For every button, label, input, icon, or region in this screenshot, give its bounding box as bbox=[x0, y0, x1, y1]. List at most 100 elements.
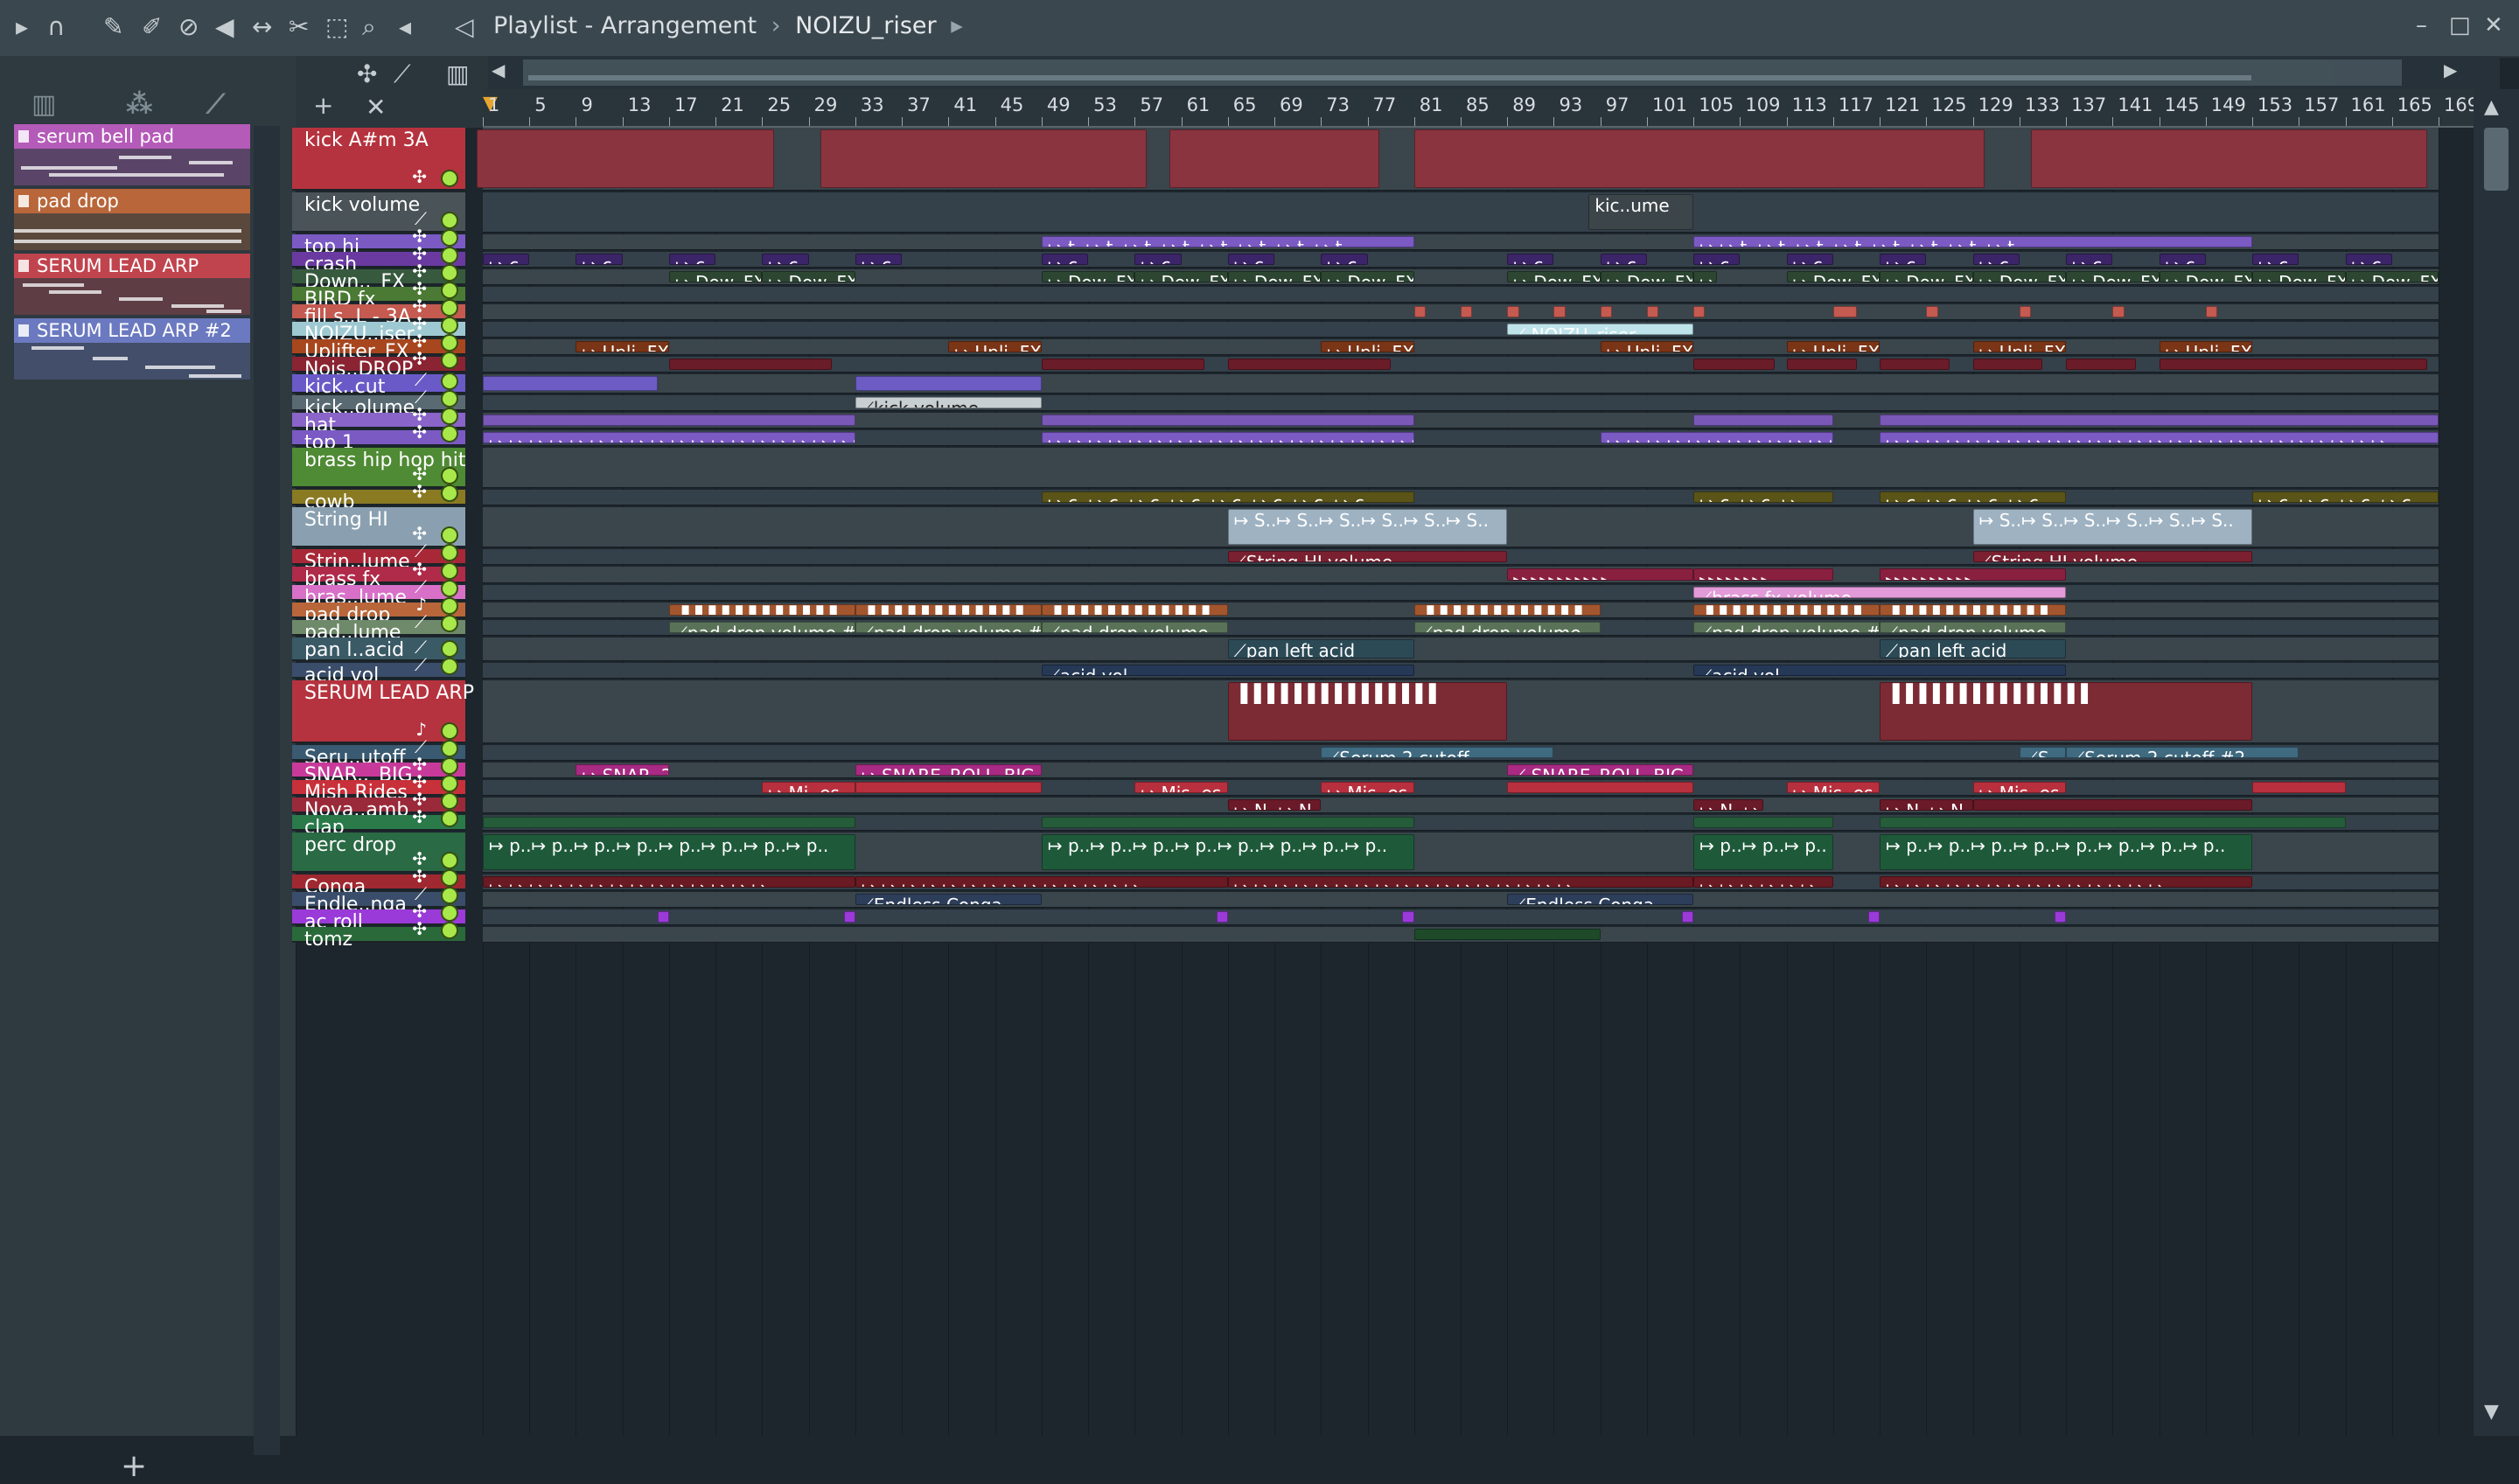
picker-item[interactable]: serum bell pad bbox=[14, 124, 250, 187]
track-lane[interactable]: ↦ c..↦ c..↦ c..↦ c..↦ c..↦ c..↦ c..↦ c..… bbox=[483, 490, 2439, 505]
track-mute-led[interactable] bbox=[441, 373, 458, 390]
track-mute-led[interactable] bbox=[441, 247, 458, 264]
playlist-clip[interactable]: ↦ ↦ ↦ ↦ ↦ ↦ ↦ ↦ ↦ ↦ ↦ ↦ ↦ ↦ ↦ ↦ ↦ bbox=[1227, 876, 1694, 888]
playlist-clip[interactable] bbox=[1413, 129, 1985, 188]
playlist-clip[interactable] bbox=[1461, 306, 1473, 317]
playlist-clip[interactable]: ⟋brass fx volume bbox=[1693, 587, 2067, 598]
playlist-clip[interactable]: ↦ Dow..FX bbox=[1227, 271, 1322, 282]
playlist-clip[interactable]: ↦ Upli..FX bbox=[1600, 341, 1694, 352]
playlist-clip[interactable]: ↦ Mis..es bbox=[1786, 782, 1881, 793]
track-lane[interactable]: kic..ume bbox=[483, 192, 2439, 233]
picker-item[interactable]: pad drop bbox=[14, 189, 250, 252]
minimize-icon[interactable]: – bbox=[2416, 12, 2427, 38]
track-mute-led[interactable] bbox=[441, 334, 458, 352]
track-type-icon[interactable]: ✣ bbox=[412, 422, 427, 442]
close-icon[interactable]: ✕ bbox=[2484, 12, 2503, 38]
track-mute-led[interactable] bbox=[441, 658, 458, 675]
playlist-clip[interactable] bbox=[1867, 911, 1881, 923]
picker-scrollbar[interactable] bbox=[254, 126, 280, 1455]
track-lane[interactable]: ⟋kick volume bbox=[483, 395, 2439, 411]
playlist-clip[interactable]: ▐▐▐▐▐▐▐▐▐▐▐▐ bbox=[1880, 604, 2067, 616]
track-lane[interactable]: ▐▐▐▐▐▐▐▐▐▐▐▐ ▐▐▐▐▐▐▐▐▐▐▐▐ ▐▐▐▐▐▐▐▐▐▐▐▐ ▐▐▐▐… bbox=[483, 603, 2439, 618]
playlist-clip[interactable] bbox=[820, 129, 1147, 188]
playlist-clip[interactable]: ▸▸▸▸▸▸▸▸▸▸ bbox=[1880, 568, 2067, 581]
track-lane[interactable]: ↦ p..↦ p..↦ p..↦ p..↦ p..↦ p..↦ p..↦ p..… bbox=[483, 833, 2439, 873]
track-mute-led[interactable] bbox=[441, 775, 458, 792]
playlist-clip[interactable] bbox=[1880, 415, 2439, 426]
playlist-clip[interactable] bbox=[1926, 306, 1938, 317]
track-header[interactable]: String HI ✣ bbox=[292, 507, 465, 547]
track-mute-led[interactable] bbox=[441, 757, 458, 775]
add-track-icon[interactable]: + bbox=[313, 91, 333, 120]
track-header[interactable]: clap ✣ bbox=[292, 806, 465, 839]
playlist-clip[interactable] bbox=[2019, 306, 2032, 317]
track-lane[interactable] bbox=[477, 128, 2439, 191]
playlist-clip[interactable]: ↦ SNARE_ROLL_BIG #2 bbox=[855, 764, 1042, 776]
playlist-clip[interactable]: ↦ Upli..FX bbox=[948, 341, 1042, 352]
playlist-clip[interactable] bbox=[483, 415, 855, 426]
select-icon[interactable]: ⬚ bbox=[325, 12, 348, 41]
track-mute-led[interactable] bbox=[441, 562, 458, 580]
track-type-icon[interactable]: ✣ bbox=[412, 348, 427, 369]
playlist-clip[interactable] bbox=[855, 782, 1042, 793]
playlist-clip[interactable]: ↦ c.. bbox=[668, 254, 716, 265]
paint-icon[interactable]: ✐ bbox=[142, 12, 162, 41]
track-mute-led[interactable] bbox=[441, 887, 458, 904]
playlist-clip[interactable]: ▐▐▐▐▐▐▐▐▐▐▐▐ bbox=[1693, 604, 1881, 616]
playlist-clip[interactable]: ↦ c.. bbox=[1227, 254, 1275, 265]
playlist-clip[interactable]: ↦ c.. bbox=[1600, 254, 1647, 265]
track-mute-led[interactable] bbox=[441, 390, 458, 408]
playlist-clip[interactable]: ↦ N..↦ N.. bbox=[1880, 799, 1973, 811]
playlist-clip[interactable]: ▐▐▐▐▐▐▐▐▐▐▐▐▐▐▐ bbox=[1880, 682, 2253, 741]
slice-icon[interactable]: ✂ bbox=[289, 12, 309, 41]
track-type-icon[interactable]: ⟋ bbox=[415, 654, 427, 675]
track-mute-led[interactable] bbox=[441, 869, 458, 887]
playlist-clip[interactable] bbox=[483, 817, 855, 828]
track-mute-led[interactable] bbox=[441, 922, 458, 939]
playlist-clip[interactable]: ↦ Mis..es bbox=[1972, 782, 2067, 793]
track-lane[interactable]: ▐▐▐▐▐▐▐▐▐▐▐▐▐▐▐ ▐▐▐▐▐▐▐▐▐▐▐▐▐▐▐ bbox=[483, 680, 2439, 743]
track-header[interactable]: pad drop ♪ bbox=[292, 594, 465, 626]
track-header[interactable]: Mish Rides ✣ bbox=[292, 771, 465, 804]
playlist-clip[interactable]: ↦ c.. bbox=[1321, 254, 1368, 265]
playlist-clip[interactable] bbox=[1402, 911, 1414, 923]
playlist-clip[interactable]: ↦ ↦ ↦ ↦ ↦ ↦ ↦ ↦ ↦ ↦ ↦ ↦ bbox=[1600, 432, 1833, 443]
playlist-clip[interactable] bbox=[1972, 799, 2253, 811]
track-lane[interactable]: ⟋ NOIZU_riser bbox=[483, 322, 2439, 338]
track-header[interactable]: Conga ✣ bbox=[292, 866, 465, 898]
pencil-icon[interactable]: ✎ bbox=[103, 12, 123, 41]
track-mute-led[interactable] bbox=[441, 425, 458, 442]
track-lane[interactable]: ⟋pad drop volume #3 ⟋pad drop volume #2 ⟋p… bbox=[483, 620, 2439, 636]
slip-icon[interactable]: ↔ bbox=[252, 12, 272, 41]
playlist-clip[interactable]: ⟋pad drop volume bbox=[1413, 622, 1601, 633]
track-lane[interactable]: ↦ t..↦ t..↦ t..↦ t..↦ t..↦ t..↦ t..↦ t..… bbox=[483, 234, 2439, 250]
playlist-clip[interactable]: ↦ ↦ ↦ ↦ ↦ ↦ bbox=[1693, 876, 1833, 888]
playlist-clip[interactable]: ↦ c..↦ c..↦ c..↦ c..↦ c..↦ c..↦ c..↦ c.. bbox=[1041, 491, 1414, 503]
track-lane[interactable]: ▸▸▸▸▸▸▸▸▸▸▸ ▸▸▸▸▸▸▸▸ ▸▸▸▸▸▸▸▸▸▸ bbox=[483, 567, 2439, 583]
playlist-clip[interactable]: ↦ c.. bbox=[2345, 254, 2392, 265]
track-header[interactable]: kick..olume ⟋ bbox=[292, 387, 465, 419]
playlist-clip[interactable]: ↦ SNAR..2 bbox=[576, 764, 669, 776]
track-lane[interactable]: ⟋Endless Conga ⟋Endless Conga bbox=[483, 892, 2439, 908]
playlist-clip[interactable]: ⟋String HI volume bbox=[1972, 551, 2253, 562]
track-header[interactable]: cowb ✣ bbox=[292, 481, 465, 513]
playlist-clip[interactable]: ↦ ↦ ↦ ↦ ↦ ↦ ↦ ↦ ↦ ↦ ↦ ↦ ↦ ↦ bbox=[1880, 876, 2253, 888]
track-mute-led[interactable] bbox=[441, 810, 458, 827]
magnet-icon[interactable]: ∩ bbox=[47, 12, 66, 41]
playlist-clip[interactable] bbox=[1553, 306, 1566, 317]
track-mute-led[interactable] bbox=[441, 722, 458, 740]
playlist-clip[interactable] bbox=[1413, 306, 1427, 317]
audio-icon[interactable]: ⁂ bbox=[126, 89, 153, 120]
playlist-clip[interactable]: ⟋pad drop volume #2 bbox=[855, 622, 1042, 633]
scroll-down-icon[interactable]: ▼ bbox=[2484, 1401, 2499, 1423]
track-lane[interactable]: ↦ Upli..FX ↦ Upli..FX ↦ Upli..FX ↦ Upli..FX… bbox=[483, 339, 2439, 355]
playlist-clip[interactable] bbox=[1041, 415, 1414, 426]
track-header[interactable]: Uplifter_FX ✣ bbox=[292, 331, 465, 363]
playlist-clip[interactable]: ↦ ↦ t..↦ t..↦ t..↦ t..↦ t..↦ t..↦ t..↦ t… bbox=[1693, 236, 2253, 247]
piano-icon[interactable]: ▥ bbox=[446, 59, 469, 88]
track-lane[interactable] bbox=[483, 927, 2439, 943]
playlist-clip[interactable] bbox=[1169, 129, 1379, 188]
playlist-clip[interactable] bbox=[1880, 359, 1950, 370]
track-mute-led[interactable] bbox=[441, 212, 458, 229]
track-header[interactable]: brass fx ✣ bbox=[292, 559, 465, 590]
